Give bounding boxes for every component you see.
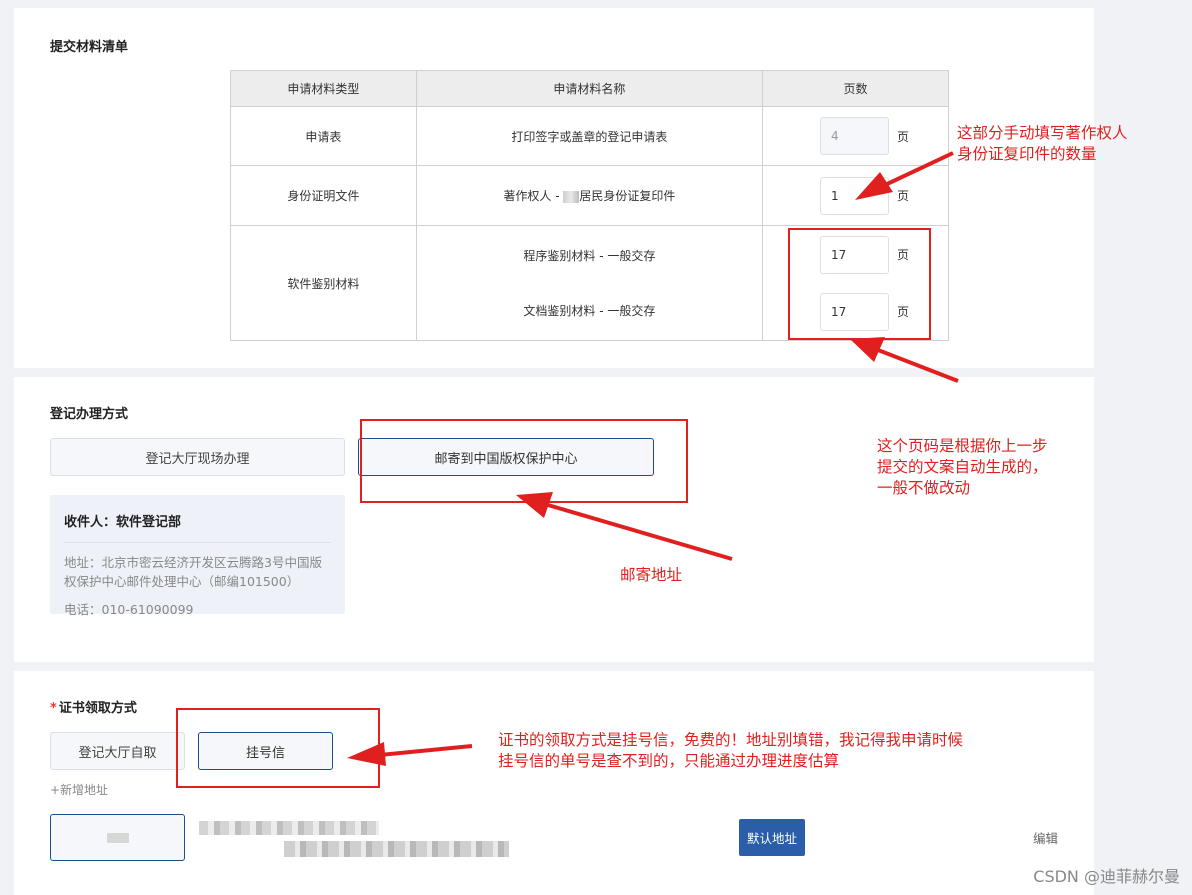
program-material-name: 程序鉴别材料 - 一般交存 [523, 249, 656, 263]
row-name: 程序鉴别材料 - 一般交存 文档鉴别材料 - 一般交存 [415, 225, 764, 341]
option-hall-pickup[interactable]: 登记大厅自取 [50, 732, 185, 770]
option-hall-onsite[interactable]: 登记大厅现场办理 [50, 438, 345, 476]
redacted-region [106, 832, 129, 843]
header-type: 申请材料类型 [230, 70, 417, 107]
required-marker: * [50, 701, 57, 716]
header-name: 申请材料名称 [415, 70, 764, 107]
note-line: 这个页码是根据你上一步 [877, 437, 1048, 455]
page-unit: 页 [897, 189, 910, 203]
page-unit: 页 [897, 129, 910, 144]
add-address-link[interactable]: +新增地址 [50, 781, 108, 798]
note-mail-address: 邮寄地址 [620, 566, 683, 584]
row-name: 著作权人 - 居民身份证复印件 [415, 165, 764, 226]
row-type: 身份证明文件 [230, 165, 417, 226]
note-id-copies: 这部分手动填写著作权人 身份证复印件的数量 [957, 123, 1128, 165]
document-material-name: 文档鉴别材料 - 一般交存 [523, 304, 656, 318]
note-line: 身份证复印件的数量 [957, 145, 1097, 163]
materials-title: 提交材料清单 [50, 40, 129, 55]
materials-section: 提交材料清单 申请材料类型 申请材料名称 页数 申请表 打印签字或盖章的登记申请… [14, 8, 1094, 368]
id-name-prefix: 著作权人 - [503, 189, 564, 203]
id-copy-pages-input[interactable] [820, 176, 890, 215]
row-pages: 页 [762, 165, 949, 226]
note-line: 挂号信的单号是查不到的，只能通过办理进度估算 [498, 752, 840, 770]
redacted-region [563, 190, 580, 203]
note-page-auto: 这个页码是根据你上一步 提交的文案自动生成的， 一般不做改动 [877, 436, 1048, 499]
annotation-box-material-pages [788, 228, 931, 340]
mail-phone: 电话：010-61090099 [64, 602, 194, 617]
id-name-suffix: 居民身份证复印件 [579, 189, 676, 203]
note-line: 提交的文案自动生成的， [877, 458, 1048, 476]
redacted-region [284, 841, 509, 857]
table-header-row: 申请材料类型 申请材料名称 页数 [230, 70, 949, 107]
application-pages-input [820, 117, 890, 155]
note-certificate: 证书的领取方式是挂号信，免费的！地址别填错，我记得我申请时候 挂号信的单号是查不… [498, 730, 963, 772]
watermark: CSDN @迪菲赫尔曼 [1033, 867, 1180, 886]
annotation-box-registered-mail [176, 708, 380, 788]
recipient: 收件人：软件登记部 [64, 511, 331, 543]
annotation-box-mail-option [360, 419, 688, 503]
row-pages: 页 [762, 106, 949, 166]
header-pages: 页数 [762, 70, 949, 107]
mail-address: 地址：北京市密云经济开发区云腾路3号中国版权保护中心邮件处理中心（邮编10150… [64, 555, 322, 589]
edit-address-link[interactable]: 编辑 [1033, 828, 1058, 847]
note-line: 一般不做改动 [877, 479, 971, 497]
row-type: 申请表 [230, 106, 417, 166]
note-line: 证书的领取方式是挂号信，免费的！地址别填错，我记得我申请时候 [498, 731, 964, 749]
certificate-title: * 证书领取方式 [50, 697, 137, 716]
note-line: 这部分手动填写著作权人 [957, 124, 1128, 142]
default-address-button[interactable]: 默认地址 [739, 819, 805, 856]
row-name: 打印签字或盖章的登记申请表 [415, 106, 764, 166]
redacted-region [199, 821, 379, 835]
certificate-title-text: 证书领取方式 [58, 701, 137, 716]
mail-address-box: 收件人：软件登记部 地址：北京市密云经济开发区云腾路3号中国版权保护中心邮件处理… [50, 495, 345, 617]
table-row: 申请表 打印签字或盖章的登记申请表 页 [230, 106, 949, 166]
row-type: 软件鉴别材料 [230, 225, 417, 341]
table-row: 身份证明文件 著作权人 - 居民身份证复印件 页 [230, 165, 949, 226]
handling-title: 登记办理方式 [50, 407, 129, 422]
address-card[interactable] [50, 814, 185, 861]
